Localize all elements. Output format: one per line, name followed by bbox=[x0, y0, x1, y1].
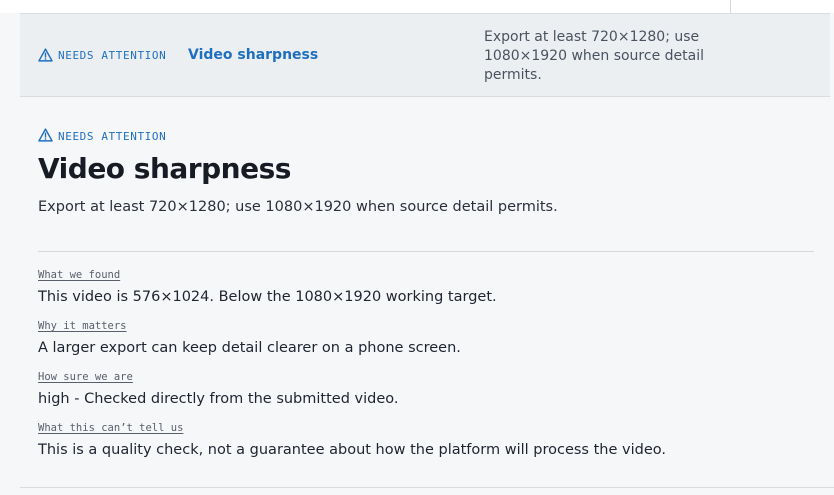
fact-value: This video is 576×1024. Below the 1080×1… bbox=[38, 289, 497, 305]
fact-item-what-we-found: What we found This video is 576×1024. Be… bbox=[38, 268, 814, 307]
check-summary-description: Export at least 720×1280; use 1080×1920 … bbox=[484, 29, 704, 83]
bottom-divider bbox=[20, 487, 834, 488]
status-badge: NEEDS ATTENTION bbox=[38, 128, 814, 143]
fact-item-why-it-matters: Why it matters A larger export can keep … bbox=[38, 319, 814, 358]
fact-item-limitations: What this can’t tell us This is a qualit… bbox=[38, 421, 814, 460]
section-divider bbox=[38, 251, 814, 252]
fact-item-how-sure: How sure we are high - Checked directly … bbox=[38, 370, 814, 409]
fact-label: What we found bbox=[38, 269, 121, 281]
warning-triangle-icon bbox=[38, 48, 53, 62]
column-divider bbox=[730, 0, 731, 13]
fact-label: Why it matters bbox=[38, 320, 127, 332]
status-badge: NEEDS ATTENTION bbox=[38, 48, 166, 62]
check-title-link[interactable]: Video sharpness bbox=[188, 47, 318, 63]
check-description: Export at least 720×1280; use 1080×1920 … bbox=[38, 199, 558, 215]
fact-list: What we found This video is 576×1024. Be… bbox=[38, 268, 814, 472]
warning-triangle-icon bbox=[38, 128, 53, 142]
top-strip bbox=[0, 0, 834, 13]
status-label: NEEDS ATTENTION bbox=[58, 48, 167, 62]
fact-value: high - Checked directly from the submitt… bbox=[38, 391, 399, 407]
check-summary-row[interactable]: NEEDS ATTENTION Video sharpness Export a… bbox=[20, 13, 830, 97]
fact-label: What this can’t tell us bbox=[38, 422, 184, 434]
page-title: Video sharpness bbox=[38, 152, 291, 185]
check-detail-panel: NEEDS ATTENTION Video sharpness Export a… bbox=[38, 128, 814, 215]
fact-label: How sure we are bbox=[38, 371, 133, 383]
fact-value: This is a quality check, not a guarantee… bbox=[38, 442, 666, 458]
fact-value: A larger export can keep detail clearer … bbox=[38, 340, 461, 356]
status-label: NEEDS ATTENTION bbox=[58, 130, 167, 143]
